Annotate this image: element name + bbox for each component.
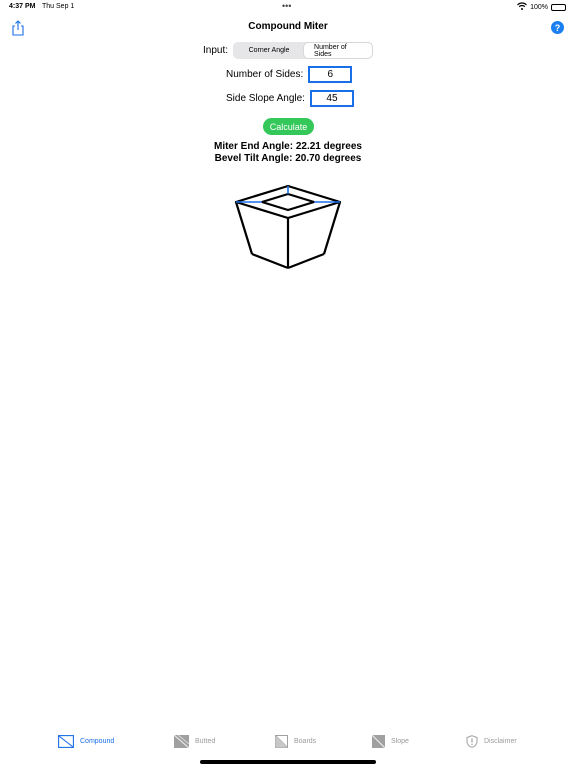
tab-compound-label: Compound <box>80 738 115 745</box>
tab-slope-label: Slope <box>391 738 409 745</box>
miter-lines <box>236 186 340 203</box>
tab-butted-label: Butted <box>195 738 216 745</box>
input-selector-row: Input: Corner Angle Number of Sides <box>203 42 374 59</box>
tab-disclaimer[interactable]: Disclaimer <box>466 735 517 748</box>
slope-input[interactable] <box>309 90 354 107</box>
slope-label: Side Slope Angle: <box>226 93 305 104</box>
status-time: 4:37 PM <box>9 3 36 10</box>
compound-miter-screen: 4:37 PM Thu Sep 1 ••• 100% Compound Mite… <box>0 0 576 768</box>
status-right: 100% <box>517 2 566 12</box>
tab-bar: Compound Butted Boards Slope Disclaimer <box>0 735 576 757</box>
bevel-result: Bevel Tilt Angle: 20.70 degrees <box>214 153 362 164</box>
tab-compound[interactable]: Compound <box>58 735 114 748</box>
help-button[interactable]: ? <box>551 21 564 34</box>
shield-icon <box>466 735 478 748</box>
calculate-button[interactable]: Calculate <box>263 118 314 135</box>
butted-icon <box>174 735 189 748</box>
hexagon-frustum-diagram <box>234 184 342 270</box>
miter-result: Miter End Angle: 22.21 degrees <box>213 141 362 152</box>
boards-icon <box>275 735 288 748</box>
sides-input[interactable] <box>308 66 353 83</box>
wifi-icon <box>517 2 528 12</box>
tab-slope[interactable]: Slope <box>372 735 409 748</box>
input-label: Input: <box>203 45 229 56</box>
slope-icon <box>372 735 385 748</box>
tab-boards[interactable]: Boards <box>275 735 316 748</box>
slope-row: Side Slope Angle: <box>226 90 354 107</box>
tab-boards-label: Boards <box>294 738 317 745</box>
tab-butted[interactable]: Butted <box>174 735 215 748</box>
segment-number-of-sides[interactable]: Number of Sides <box>304 43 373 58</box>
status-date: Thu Sep 1 <box>42 3 75 10</box>
compound-icon <box>58 735 74 748</box>
page-title: Compound Miter <box>248 21 328 32</box>
home-indicator[interactable] <box>200 760 376 764</box>
battery-icon <box>551 3 566 11</box>
tab-disclaimer-label: Disclaimer <box>484 738 517 745</box>
segment-corner-angle[interactable]: Corner Angle <box>234 43 304 58</box>
sides-row: Number of Sides: <box>226 66 353 83</box>
input-mode-segmented-control: Corner Angle Number of Sides <box>233 42 374 59</box>
multitasking-dots[interactable]: ••• <box>282 1 291 11</box>
frustum-outline <box>234 184 342 270</box>
battery-percent: 100% <box>530 3 548 11</box>
sides-label: Number of Sides: <box>226 69 304 80</box>
